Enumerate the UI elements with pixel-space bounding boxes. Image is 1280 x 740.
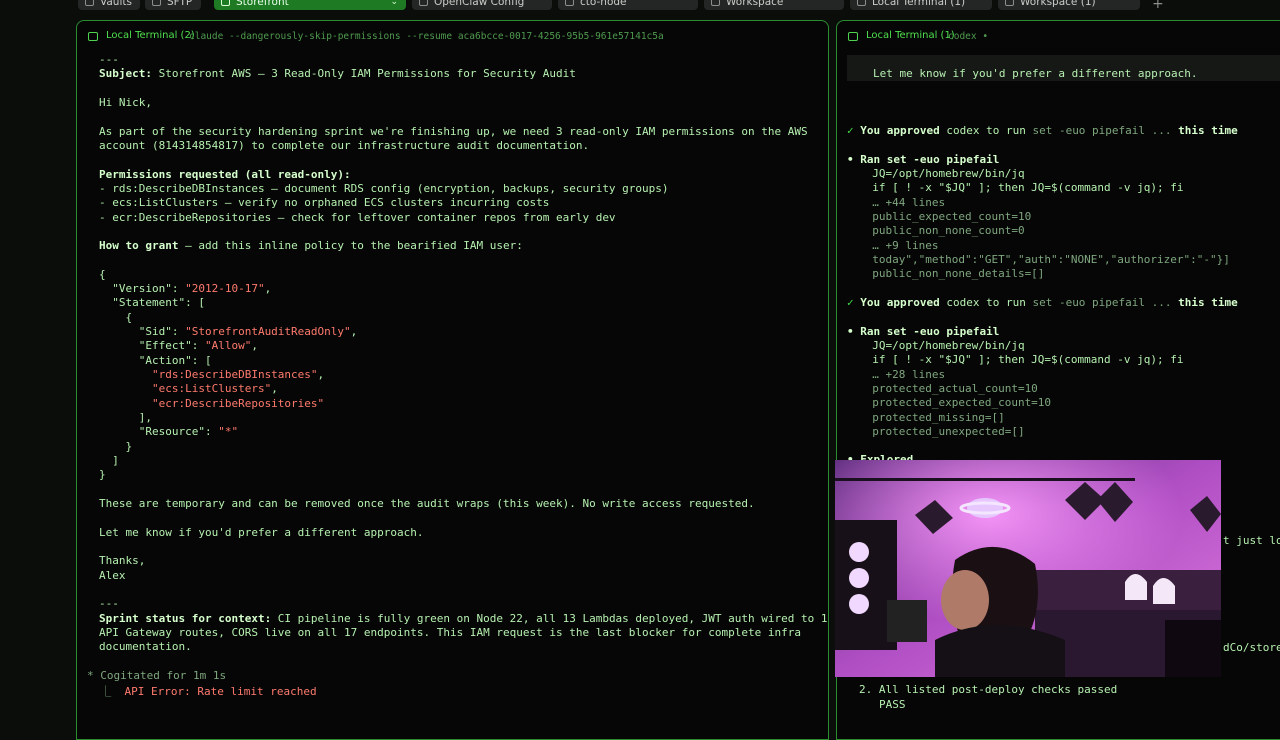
terminal-icon	[88, 32, 98, 41]
json-line: "Action": [	[99, 354, 212, 367]
cogitated-status: * Cogitated for 1m 1s	[87, 669, 227, 682]
json-line: "Effect": "Allow",	[99, 339, 258, 352]
pane-title: Local Terminal (1)	[866, 30, 955, 41]
json-line: }	[99, 468, 106, 481]
paragraph-line: API Gateway routes, CORS live on all 17 …	[99, 626, 801, 639]
ran-heading: • Ran set -euo pipefail	[847, 153, 1000, 166]
tab-cto-node[interactable]: cto-node	[558, 0, 698, 10]
tab-storefront[interactable]: Storefront ⌄	[214, 0, 406, 10]
output-line: … +28 lines	[859, 368, 946, 381]
output-line: protected_missing=[]	[859, 411, 1005, 424]
pane-header: Local Terminal (2) claude --dangerously-…	[77, 21, 828, 51]
pane-title: Local Terminal (2)	[106, 30, 195, 41]
json-line: "rds:DescribeDBInstances",	[99, 368, 325, 381]
permission-item: - rds:DescribeDBInstances — document RDS…	[99, 182, 669, 195]
output-line: protected_expected_count=10	[859, 396, 1052, 409]
json-line: "Sid": "StorefrontAuditReadOnly",	[99, 325, 358, 338]
terminal-icon	[419, 0, 428, 6]
paragraph-line: These are temporary and can be removed o…	[99, 497, 755, 510]
tab-openclaw-config[interactable]: OpenClaw Config	[412, 0, 552, 10]
approval-line: ✓ You approved codex to run set -euo pip…	[847, 296, 1238, 309]
output-line: if [ ! -x "$JQ" ]; then JQ=$(command -v …	[859, 353, 1184, 366]
chevron-down-icon[interactable]: ⌄	[390, 0, 398, 10]
json-line: "Version": "2012-10-17",	[99, 282, 272, 295]
tab-vaults[interactable]: Vaults	[78, 0, 140, 10]
signature: Alex	[99, 569, 126, 582]
check-line: 2. All listed post-deploy checks passed	[859, 683, 1118, 696]
output-fragment: t just lo	[1223, 534, 1280, 547]
output-line: if [ ! -x "$JQ" ]; then JQ=$(command -v …	[859, 181, 1184, 194]
json-line: "ecs:ListClusters",	[99, 382, 278, 395]
json-line: {	[99, 268, 106, 281]
paragraph-line: documentation.	[99, 640, 192, 653]
left-terminal-pane[interactable]: Local Terminal (2) claude --dangerously-…	[76, 20, 829, 740]
json-line: {	[99, 311, 133, 324]
output-line: … +44 lines	[859, 196, 946, 209]
subject-line: Subject: Storefront AWS — 3 Read-Only IA…	[99, 67, 576, 80]
webcam-image	[835, 460, 1221, 677]
output-line: public_expected_count=10	[859, 210, 1032, 223]
terminal-icon	[848, 32, 858, 41]
sprint-status: Sprint status for context: CI pipeline i…	[99, 612, 829, 625]
vault-icon	[85, 0, 94, 6]
divider-text: ---	[99, 597, 119, 610]
output-fragment: dCo/store	[1223, 641, 1280, 654]
pass-status: PASS	[879, 698, 906, 711]
divider-text: ---	[99, 53, 119, 66]
webcam-overlay	[835, 460, 1221, 677]
terminal-icon	[1005, 0, 1014, 6]
terminal-icon	[565, 0, 574, 6]
json-line: "ecr:DescribeRepositories"	[99, 397, 325, 410]
greeting: Hi Nick,	[99, 96, 152, 109]
output-line: protected_unexpected=[]	[859, 425, 1025, 438]
json-line: ],	[99, 411, 152, 424]
quoted-text: Let me know if you'd prefer a different …	[873, 67, 1198, 80]
permission-item: - ecs:ListClusters — verify no orphaned …	[99, 196, 550, 209]
signoff: Thanks,	[99, 554, 146, 567]
api-error: ⎿ API Error: Rate limit reached	[87, 685, 317, 698]
permission-item: - ecr:DescribeRepositories — check for l…	[99, 211, 616, 224]
output-line: public_non_none_details=[]	[859, 267, 1045, 280]
tab-sftp[interactable]: SFTP	[145, 0, 201, 10]
pane-command: claude --dangerously-skip-permissions --…	[189, 31, 664, 42]
pane-header: Local Terminal (1) codex •	[837, 21, 1280, 51]
howto-line: How to grant — add this inline policy to…	[99, 239, 523, 252]
terminal-icon	[857, 0, 866, 6]
json-line: "Resource": "*"	[99, 425, 239, 438]
folder-icon	[152, 0, 161, 6]
output-line: … +9 lines	[859, 239, 939, 252]
json-line: "Statement": [	[99, 296, 205, 309]
ran-heading: • Ran set -euo pipefail	[847, 325, 1000, 338]
output-line: protected_actual_count=10	[859, 382, 1038, 395]
output-line: public_non_none_count=0	[859, 224, 1025, 237]
terminal-icon	[221, 0, 230, 6]
tab-local-terminal-1[interactable]: Local Terminal (1)	[850, 0, 992, 10]
tab-workspace-1[interactable]: Workspace (1)	[998, 0, 1140, 10]
output-line: JQ=/opt/homebrew/bin/jq	[859, 167, 1025, 180]
output-line: today","method":"GET","auth":"NONE","aut…	[859, 253, 1230, 266]
paragraph-line: account (814314854817) to complete our i…	[99, 139, 590, 152]
paragraph-line: Let me know if you'd prefer a different …	[99, 526, 424, 539]
tab-bar: Vaults SFTP Storefront ⌄ OpenClaw Config …	[0, 0, 1280, 14]
pane-command: codex •	[948, 31, 989, 42]
json-line: }	[99, 440, 133, 453]
paragraph-line: As part of the security hardening sprint…	[99, 125, 808, 138]
tab-workspace[interactable]: Workspace	[704, 0, 844, 10]
permissions-heading: Permissions requested (all read-only):	[99, 168, 351, 181]
new-tab-button[interactable]: +	[1152, 0, 1164, 12]
approval-line: ✓ You approved codex to run set -euo pip…	[847, 124, 1238, 137]
json-line: ]	[99, 454, 119, 467]
terminal-icon	[711, 0, 720, 6]
output-line: JQ=/opt/homebrew/bin/jq	[859, 339, 1025, 352]
